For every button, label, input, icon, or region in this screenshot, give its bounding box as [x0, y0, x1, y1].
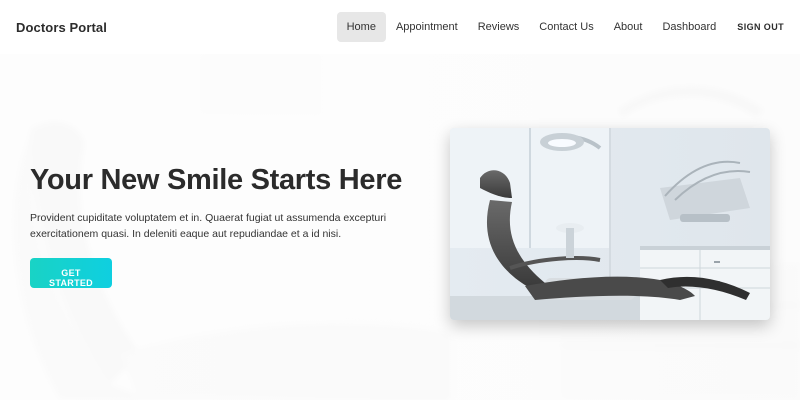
brand-logo[interactable]: Doctors Portal	[16, 20, 107, 35]
get-started-button[interactable]: GET STARTED	[30, 258, 112, 288]
nav-links: Home Appointment Reviews Contact Us Abou…	[336, 12, 784, 42]
sign-out-button[interactable]: SIGN OUT	[737, 22, 784, 32]
hero-section: Your New Smile Starts Here Provident cup…	[0, 54, 800, 400]
nav-link-home[interactable]: Home	[336, 12, 386, 42]
hero-text-block: Your New Smile Starts Here Provident cup…	[30, 162, 430, 291]
nav-link-reviews[interactable]: Reviews	[468, 12, 530, 42]
nav-link-appointment[interactable]: Appointment	[386, 12, 468, 42]
nav-link-about[interactable]: About	[604, 12, 653, 42]
nav-link-contact-us[interactable]: Contact Us	[529, 12, 603, 42]
nav-link-dashboard[interactable]: Dashboard	[652, 12, 726, 42]
navbar: Doctors Portal Home Appointment Reviews …	[0, 0, 800, 54]
hero-title: Your New Smile Starts Here	[30, 164, 403, 196]
hero-description: Provident cupiditate voluptatem et in. Q…	[30, 212, 387, 240]
dental-chair-image	[450, 128, 770, 320]
